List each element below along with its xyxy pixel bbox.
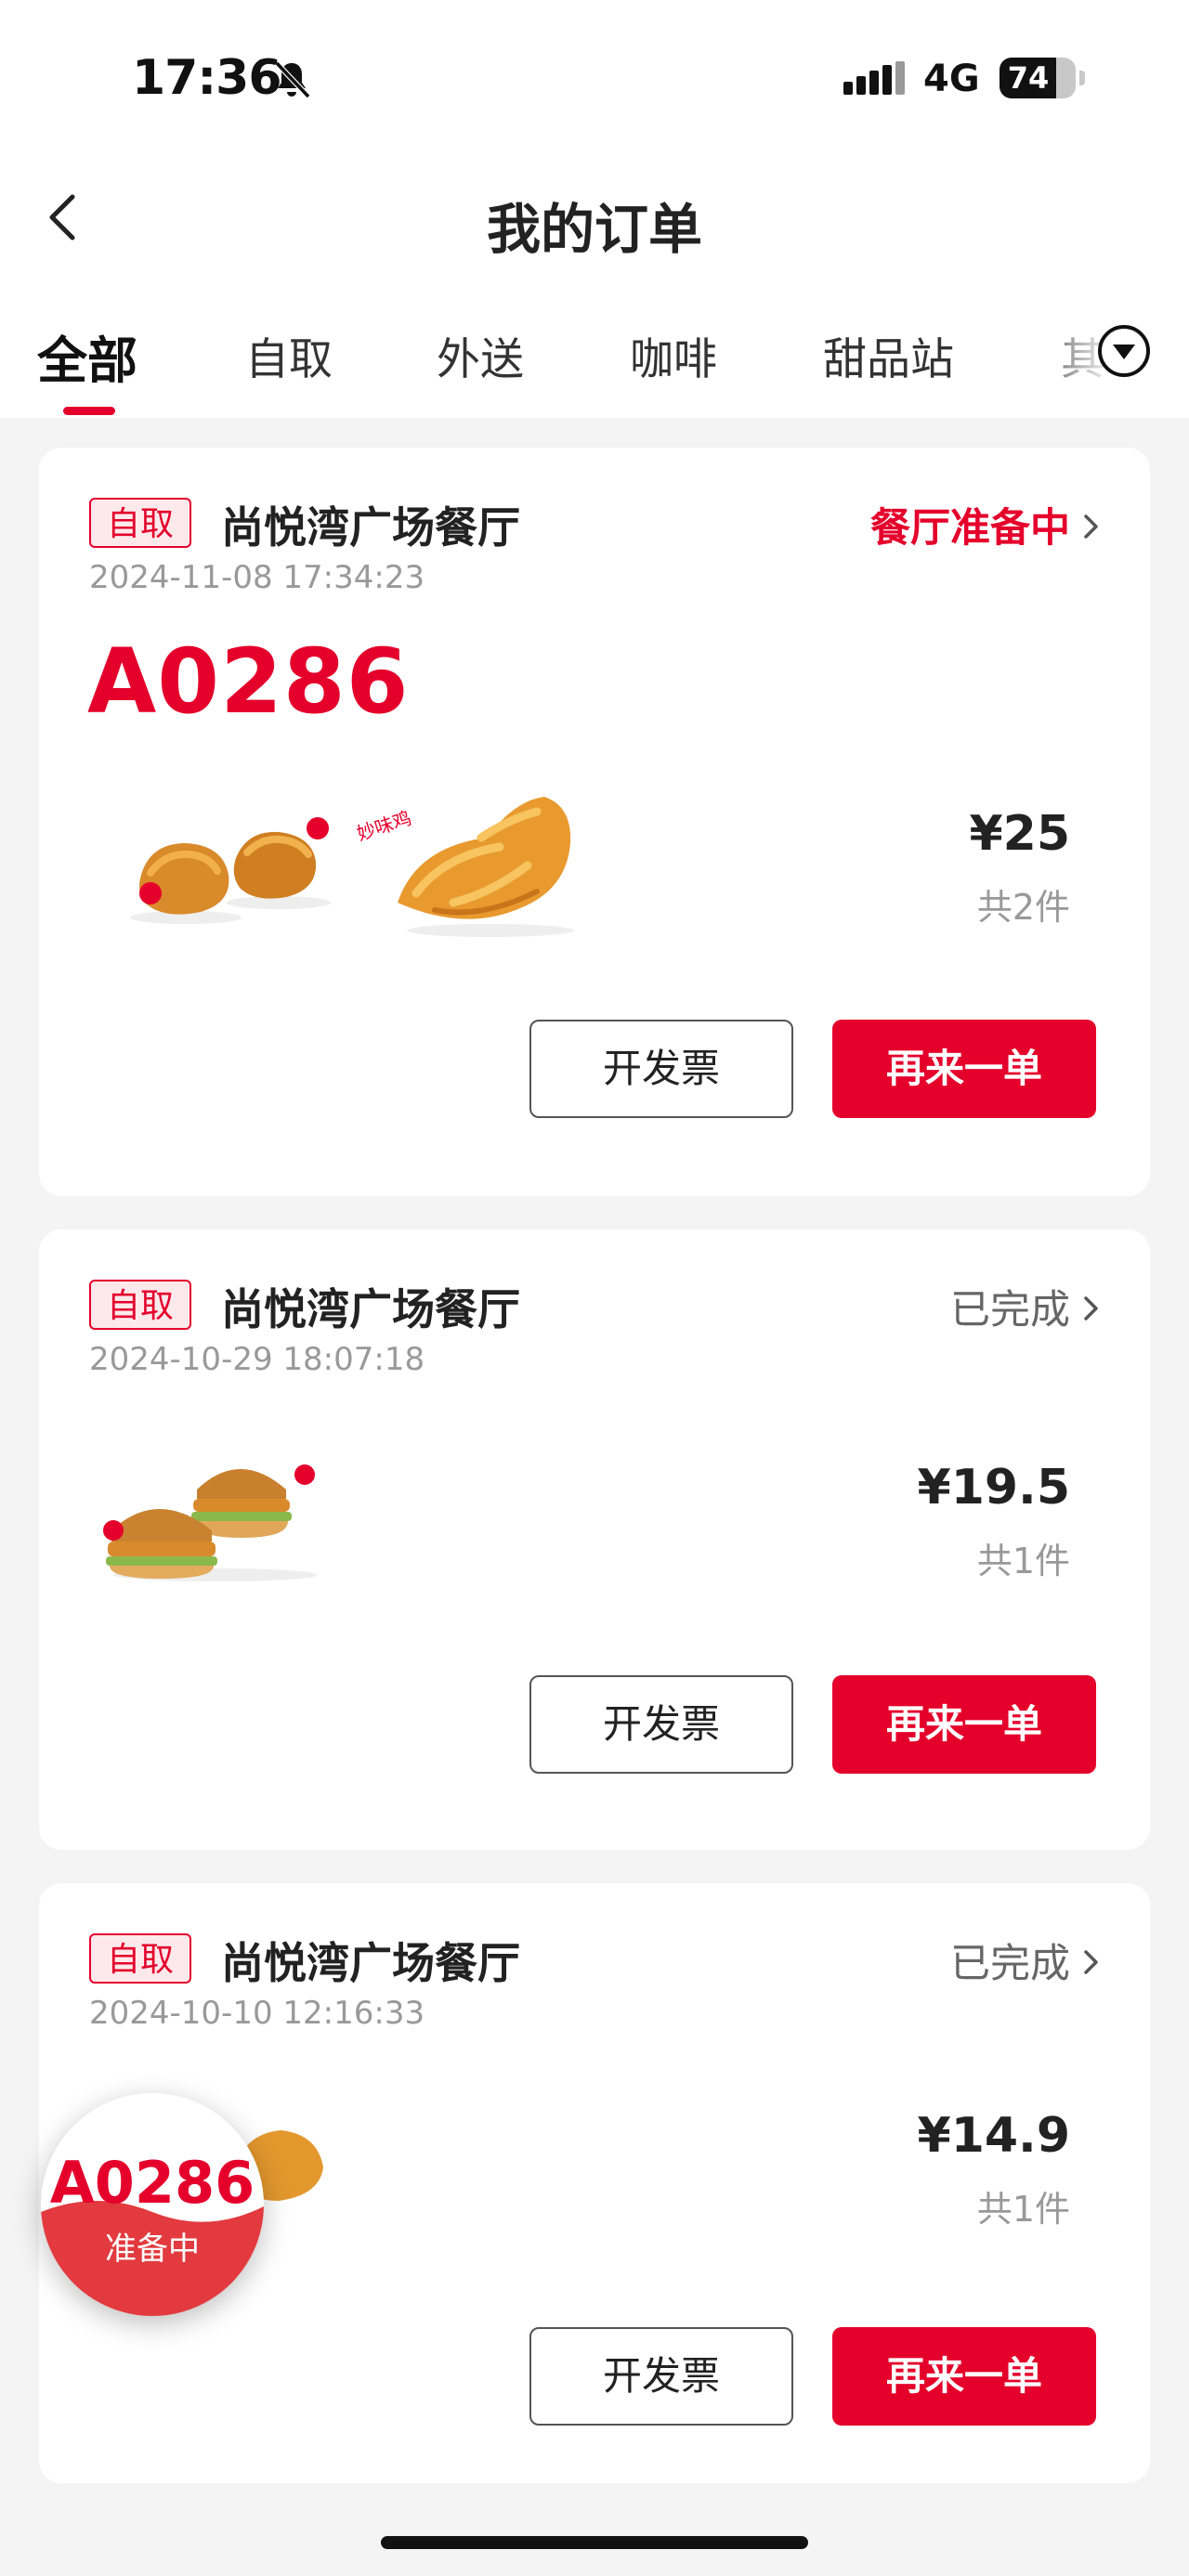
order-datetime: 2024-10-10 12:16:33 <box>89 1995 425 2032</box>
store-name: 尚悦湾广场餐厅 <box>221 1938 520 1988</box>
bubble-pickup-code: A0286 <box>49 2149 255 2217</box>
order-status[interactable]: 已完成 <box>950 1932 1070 1989</box>
item-count: 共1件 <box>976 1541 1070 1581</box>
expand-tabs-icon[interactable] <box>1096 323 1152 379</box>
bell-muted-icon <box>274 60 311 99</box>
floating-pickup-bubble[interactable]: A0286 准备中 <box>41 2093 264 2316</box>
reorder-button[interactable]: 再来一单 <box>832 1675 1096 1774</box>
chevron-right-icon[interactable] <box>1081 1948 1102 1976</box>
item-count: 共1件 <box>976 2189 1070 2230</box>
invoice-button[interactable]: 开发票 <box>529 1675 793 1774</box>
signal-icon <box>843 61 905 95</box>
order-datetime: 2024-11-08 17:34:23 <box>89 559 425 596</box>
order-price: ¥14.9 <box>917 2108 1070 2164</box>
order-type-badge: 自取 <box>89 1280 191 1330</box>
store-name: 尚悦湾广场餐厅 <box>221 502 520 553</box>
battery-cap <box>1079 71 1085 85</box>
order-status[interactable]: 餐厅准备中 <box>870 496 1070 553</box>
order-tabs: 全部 自取 外送 咖啡 甜品站 其 <box>0 297 1189 418</box>
battery-level: 74 <box>1007 60 1050 96</box>
tab-all[interactable]: 全部 <box>37 319 137 393</box>
tab-coffee[interactable]: 咖啡 <box>630 323 717 387</box>
invoice-button[interactable]: 开发票 <box>529 1020 793 1118</box>
order-status[interactable]: 已完成 <box>950 1278 1070 1335</box>
order-price: ¥19.5 <box>917 1460 1070 1516</box>
order-type-badge: 自取 <box>89 498 191 548</box>
order-card[interactable]: 自取 尚悦湾广场餐厅 餐厅准备中 2024-11-08 17:34:23 A02… <box>39 448 1150 1196</box>
tab-delivery[interactable]: 外送 <box>437 323 524 387</box>
network-type: 4G <box>923 58 980 100</box>
order-type-badge: 自取 <box>89 1933 191 1984</box>
active-tab-indicator <box>63 407 115 415</box>
page-header: 我的订单 <box>0 158 1189 297</box>
page-title: 我的订单 <box>486 198 702 261</box>
chevron-right-icon[interactable] <box>1081 513 1102 540</box>
order-card[interactable]: 自取 尚悦湾广场餐厅 已完成 2024-10-29 18:07:18 ¥19.5… <box>39 1229 1150 1850</box>
status-bar: 17:36 4G 74 <box>0 0 1189 158</box>
order-datetime: 2024-10-29 18:07:18 <box>89 1341 425 1378</box>
reorder-button[interactable]: 再来一单 <box>832 1020 1096 1118</box>
invoice-button[interactable]: 开发票 <box>529 2327 793 2426</box>
tab-pickup[interactable]: 自取 <box>245 323 333 387</box>
fried-chicken-nuggets-image <box>130 817 331 924</box>
order-price: ¥25 <box>969 806 1070 862</box>
chevron-right-icon[interactable] <box>1081 1295 1102 1322</box>
chicken-burger-image <box>103 1464 318 1581</box>
tab-dessert[interactable]: 甜品站 <box>823 323 954 387</box>
status-time: 17:36 <box>132 50 282 106</box>
reorder-button[interactable]: 再来一单 <box>832 2327 1096 2426</box>
store-name: 尚悦湾广场餐厅 <box>221 1284 520 1334</box>
home-indicator[interactable] <box>381 2536 808 2549</box>
svg-text:妙味鸡: 妙味鸡 <box>354 807 413 845</box>
pickup-code: A0286 <box>87 630 410 734</box>
crispy-chicken-wing-image: 妙味鸡 <box>354 797 574 937</box>
bubble-status: 准备中 <box>105 2231 200 2268</box>
battery-icon: 74 <box>1000 58 1076 98</box>
item-count: 共2件 <box>976 887 1070 928</box>
